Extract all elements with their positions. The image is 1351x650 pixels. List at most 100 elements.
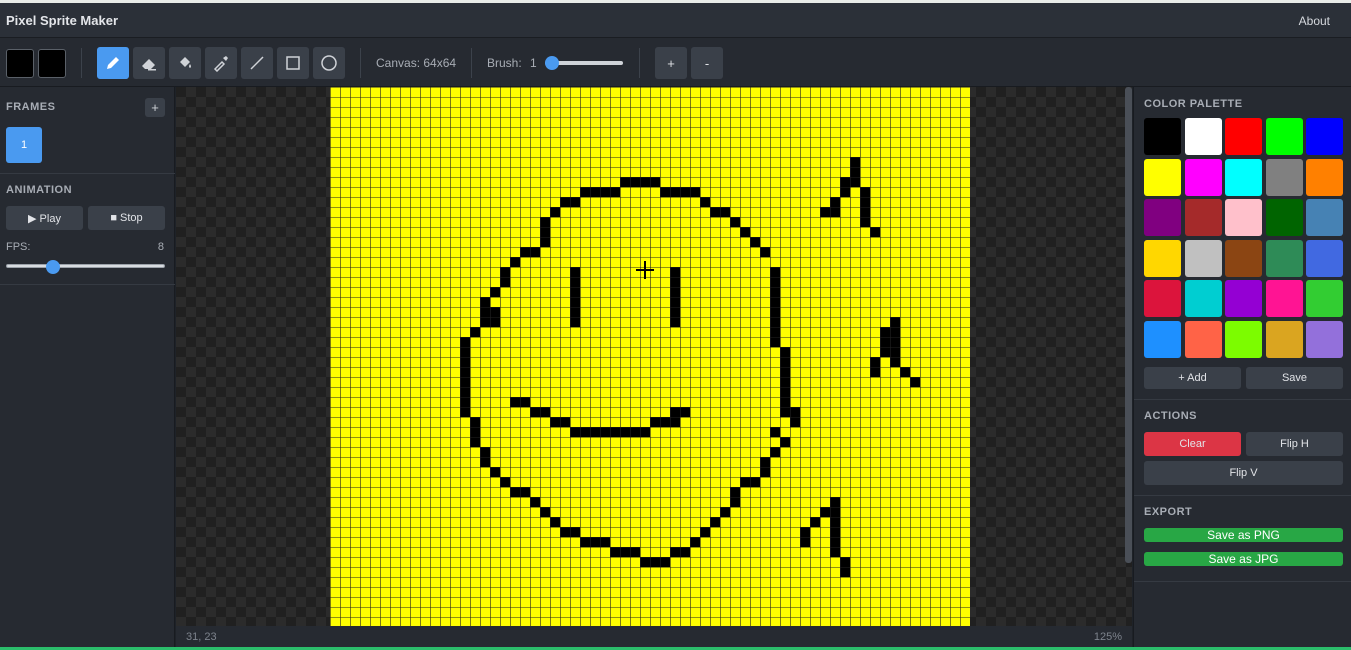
palette-color-swatch[interactable] xyxy=(1144,239,1181,277)
eraser-tool-button[interactable] xyxy=(133,47,165,79)
fill-bucket-icon xyxy=(180,57,191,68)
save-jpg-button[interactable]: Save as JPG xyxy=(1144,552,1343,566)
drawn-pixel xyxy=(560,417,570,427)
line-icon xyxy=(250,56,264,70)
save-palette-button[interactable]: Save xyxy=(1246,367,1343,389)
add-frame-button[interactable]: + xyxy=(145,98,165,117)
palette-color-swatch[interactable] xyxy=(1144,118,1181,155)
fill-tool-button[interactable] xyxy=(169,47,201,79)
palette-color-swatch[interactable] xyxy=(1306,239,1343,277)
drawn-pixel xyxy=(650,557,660,567)
drawn-pixel xyxy=(670,267,680,277)
fps-slider[interactable] xyxy=(6,260,165,274)
palette-color-swatch[interactable] xyxy=(1144,199,1181,236)
line-tool-button[interactable] xyxy=(241,47,273,79)
play-button[interactable]: ▶ Play xyxy=(6,206,83,230)
frame-thumbnail[interactable]: 1 xyxy=(6,127,42,163)
drawn-pixel xyxy=(830,527,840,537)
palette-color-swatch[interactable] xyxy=(1265,199,1303,236)
drawn-pixel xyxy=(570,267,580,277)
toolbar-divider xyxy=(639,48,640,78)
drawn-pixel xyxy=(770,337,780,347)
palette-color-swatch[interactable] xyxy=(1184,320,1222,358)
drawn-pixel xyxy=(750,237,760,247)
drawn-pixel xyxy=(580,537,590,547)
save-png-button[interactable]: Save as PNG xyxy=(1144,528,1343,542)
clear-button[interactable]: Clear xyxy=(1144,432,1241,456)
drawn-pixel xyxy=(630,427,640,437)
pencil-tool-button[interactable] xyxy=(97,47,129,79)
palette-color-swatch[interactable] xyxy=(1265,320,1303,358)
palette-color-swatch[interactable] xyxy=(1306,320,1343,358)
color-palette-title: COLOR PALETTE xyxy=(1144,98,1243,110)
drawn-pixel xyxy=(620,427,630,437)
zoom-in-button[interactable]: + xyxy=(655,47,687,79)
drawn-pixel xyxy=(780,397,790,407)
secondary-color-swatch[interactable] xyxy=(38,49,66,78)
drawn-pixel xyxy=(470,417,480,427)
palette-color-swatch[interactable] xyxy=(1306,118,1343,155)
drawn-pixel xyxy=(650,177,660,187)
drawn-pixel xyxy=(500,477,510,487)
zoom-out-button[interactable]: - xyxy=(691,47,723,79)
palette-color-swatch[interactable] xyxy=(1265,118,1303,155)
palette-color-swatch[interactable] xyxy=(1144,158,1181,196)
flip-vertical-button[interactable]: Flip V xyxy=(1144,461,1343,485)
palette-color-swatch[interactable] xyxy=(1265,280,1303,317)
brush-size-value: 1 xyxy=(530,56,537,70)
palette-color-swatch[interactable] xyxy=(1184,118,1222,155)
palette-color-swatch[interactable] xyxy=(1225,320,1262,358)
eraser-icon xyxy=(142,59,156,71)
palette-color-swatch[interactable] xyxy=(1225,158,1262,196)
drawn-pixel xyxy=(830,497,840,507)
palette-color-swatch[interactable] xyxy=(1306,280,1343,317)
palette-color-swatch[interactable] xyxy=(1306,158,1343,196)
stop-button[interactable]: ■ Stop xyxy=(88,206,165,230)
palette-color-swatch[interactable] xyxy=(1144,320,1181,358)
drawn-pixel xyxy=(710,207,720,217)
vertical-scrollbar[interactable] xyxy=(1125,87,1132,563)
rectangle-tool-button[interactable] xyxy=(277,47,309,79)
drawn-pixel xyxy=(670,307,680,317)
drawn-pixel xyxy=(490,287,500,297)
palette-color-swatch[interactable] xyxy=(1184,158,1222,196)
add-color-button[interactable]: + Add xyxy=(1144,367,1241,389)
palette-color-swatch[interactable] xyxy=(1225,239,1262,277)
drawn-pixel xyxy=(730,217,740,227)
drawn-pixel xyxy=(760,247,770,257)
palette-color-swatch[interactable] xyxy=(1225,199,1262,236)
drawn-pixel xyxy=(530,407,540,417)
drawn-pixel xyxy=(840,177,850,187)
drawn-pixel xyxy=(660,417,670,427)
palette-color-swatch[interactable] xyxy=(1265,239,1303,277)
drawn-pixel xyxy=(580,187,590,197)
toolbar: Canvas: 64x64 Brush: 1 + - xyxy=(0,38,1351,87)
palette-color-swatch[interactable] xyxy=(1144,280,1181,317)
primary-color-swatch[interactable] xyxy=(6,49,34,78)
brush-slider-handle[interactable] xyxy=(545,56,559,70)
canvas-viewport xyxy=(176,87,1132,626)
drawn-pixel xyxy=(830,517,840,527)
drawn-pixel xyxy=(850,167,860,177)
palette-color-swatch[interactable] xyxy=(1184,239,1222,277)
circle-tool-button[interactable] xyxy=(313,47,345,79)
fps-slider-handle[interactable] xyxy=(46,260,61,274)
palette-color-swatch[interactable] xyxy=(1265,158,1303,196)
drawn-pixel xyxy=(780,387,790,397)
brush-size-slider[interactable] xyxy=(545,56,623,70)
drawn-pixel xyxy=(460,407,470,417)
palette-color-swatch[interactable] xyxy=(1225,118,1262,155)
fps-label: FPS: xyxy=(6,241,31,253)
about-link[interactable]: About xyxy=(1299,14,1330,28)
palette-color-swatch[interactable] xyxy=(1184,199,1222,236)
flip-horizontal-button[interactable]: Flip H xyxy=(1246,432,1343,456)
pixel-canvas[interactable] xyxy=(330,87,970,626)
drawn-pixel xyxy=(710,517,720,527)
left-panel: FRAMES + 1 ANIMATION ▶ Play ■ Stop FPS: … xyxy=(0,87,175,650)
eyedropper-tool-button[interactable] xyxy=(205,47,237,79)
drawn-pixel xyxy=(770,287,780,297)
palette-color-swatch[interactable] xyxy=(1225,280,1262,317)
palette-color-swatch[interactable] xyxy=(1184,280,1222,317)
palette-color-swatch[interactable] xyxy=(1306,199,1343,236)
right-panel: COLOR PALETTE + Add Save ACTIONS Clear F… xyxy=(1133,87,1351,650)
